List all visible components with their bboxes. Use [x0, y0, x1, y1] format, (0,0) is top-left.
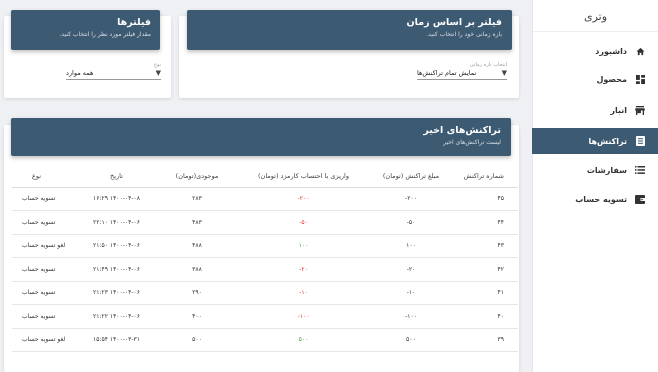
cell-amount: ۲۰۰- — [366, 187, 456, 211]
transactions-table: شماره تراکنش مبلغ تراکنش (تومان) واریزی … — [12, 165, 518, 352]
sidebar-item-orders[interactable]: سفارشات — [532, 157, 658, 183]
cell-id: ۴۱ — [456, 281, 518, 305]
chevron-down-icon: ▼ — [501, 69, 507, 77]
cell-net: ۱۰- — [241, 281, 366, 305]
time-filter-header: فیلتر بر اساس زمان بازه زمانی خود را انت… — [187, 10, 512, 50]
cell-date: ۱۴۰۰-۰۴-۰۶ ۲۱:۲۲ — [80, 304, 153, 329]
time-range-field: انتخاب بازه زمانی نمایش تمام تراکنش‌ها ▼ — [417, 62, 507, 84]
cell-balance: ۴۰۰ — [153, 304, 241, 329]
cell-amount: ۱۰۰ — [366, 234, 456, 258]
time-filter-title: فیلتر بر اساس زمان — [406, 17, 502, 28]
time-range-value: نمایش تمام تراکنش‌ها — [417, 69, 477, 77]
cell-date: ۱۴۰۰-۰۴-۰۶ ۲۲:۱۰ — [80, 210, 153, 235]
cell-type: تسویه حساب — [12, 304, 80, 329]
cell-id: ۴۳ — [456, 234, 518, 258]
dashboard-grid-icon — [634, 74, 646, 84]
table-row: ۴۳ ۱۰۰ ۱۰۰ ۴۸۸ ۱۴۰۰-۰۴-۰۶ ۲۱:۵۰ لغو تسوی… — [12, 234, 518, 258]
cell-id: ۴۴ — [456, 210, 518, 235]
cell-net: ۲۰۰- — [241, 187, 366, 211]
cell-balance: ۴۸۸ — [153, 234, 241, 258]
time-filter-subtitle: بازه زمانی خود را انتخاب کنید. — [426, 31, 502, 38]
table-row: ۴۰ ۱۰۰- ۱۰۰- ۴۰۰ ۱۴۰۰-۰۴-۰۶ ۲۱:۲۲ تسویه … — [12, 304, 518, 329]
cell-type: تسویه حساب — [12, 210, 80, 235]
cell-net: ۱۰۰- — [241, 304, 366, 329]
cell-date: ۱۴۰۰-۰۴-۰۶ ۲۱:۲۳ — [80, 281, 153, 305]
sidebar-item-label: سفارشات — [586, 165, 627, 175]
cell-net: ۵۰- — [241, 210, 366, 235]
cell-type: تسویه حساب — [12, 281, 80, 305]
type-value: همه موارد — [66, 69, 94, 77]
column-header: نوع — [12, 165, 80, 188]
table-header-row: شماره تراکنش مبلغ تراکنش (تومان) واریزی … — [12, 165, 518, 188]
cell-type: لغو تسویه حساب — [12, 234, 80, 258]
cell-amount: ۱۰۰- — [366, 304, 456, 329]
wallet-icon — [634, 194, 646, 204]
table-row: ۴۵ ۲۰۰- ۲۰۰- ۲۸۳ ۱۴۰۰-۰۴-۰۸ ۱۶:۲۹ تسویه … — [12, 187, 518, 211]
table-row: ۴۴ ۵۰- ۵۰- ۴۸۳ ۱۴۰۰-۰۴-۰۶ ۲۲:۱۰ تسویه حس… — [12, 210, 518, 235]
column-header: مبلغ تراکنش (تومان) — [366, 165, 456, 188]
cell-net: ۱۰۰ — [241, 234, 366, 258]
filters-header: فیلترها مقدار فیلتر مورد نظر را انتخاب ک… — [11, 10, 160, 50]
column-header: واریزی با احتساب کارمزد (تومان) — [241, 165, 366, 188]
filters-title: فیلترها — [117, 17, 151, 28]
sidebar: وتری داشبورد محصول انبار تراکنش‌ها سفارش… — [532, 0, 658, 372]
home-icon — [634, 47, 646, 56]
cell-id: ۴۵ — [456, 187, 518, 211]
cell-balance: ۲۸۳ — [153, 187, 241, 211]
cell-id: ۴۲ — [456, 257, 518, 282]
cell-amount: ۲۰- — [366, 257, 456, 282]
cell-date: ۱۴۰۰-۰۴-۰۶ ۲۱:۴۹ — [80, 257, 153, 282]
cell-type: تسویه حساب — [12, 187, 80, 211]
cell-date: ۱۴۰۰-۰۴-۰۸ ۱۶:۲۹ — [80, 187, 153, 211]
brand-title: وتری — [533, 0, 658, 32]
sidebar-item-products[interactable]: محصول — [532, 66, 658, 92]
column-header: شماره تراکنش — [456, 165, 518, 188]
cell-balance: ۳۸۸ — [153, 257, 241, 282]
transactions-subtitle: لیست تراکنش‌های اخیر — [443, 139, 501, 146]
sidebar-item-label: تراکنش‌ها — [588, 136, 628, 146]
type-select[interactable]: همه موارد ▼ — [66, 67, 161, 80]
type-field: نوع همه موارد ▼ — [66, 62, 161, 84]
cell-date: ۱۴۰۰-۰۴-۰۶ ۲۱:۵۰ — [80, 234, 153, 258]
table-row: ۳۹ ۵۰۰ ۵۰۰ ۵۰۰ ۱۴۰۰-۰۳-۳۱ ۱۵:۵۴ لغو تسوی… — [12, 328, 518, 352]
table-row: ۴۲ ۲۰- ۲۰- ۳۸۸ ۱۴۰۰-۰۴-۰۶ ۲۱:۴۹ تسویه حس… — [12, 257, 518, 282]
sidebar-item-warehouse[interactable]: انبار — [532, 97, 658, 123]
cell-amount: ۵۰۰ — [366, 328, 456, 352]
time-range-select[interactable]: نمایش تمام تراکنش‌ها ▼ — [417, 67, 507, 80]
cell-date: ۱۴۰۰-۰۳-۳۱ ۱۵:۵۴ — [80, 328, 153, 352]
cell-id: ۴۰ — [456, 304, 518, 329]
filters-subtitle: مقدار فیلتر مورد نظر را انتخاب کنید. — [59, 31, 151, 38]
sidebar-item-label: تسویه حساب — [575, 194, 627, 204]
sidebar-item-dashboard[interactable]: داشبورد — [532, 38, 658, 64]
transactions-header: تراکنش‌های اخیر لیست تراکنش‌های اخیر — [11, 118, 511, 156]
cell-amount: ۵۰- — [366, 210, 456, 235]
list-bullets-icon — [634, 166, 646, 174]
sidebar-item-label: انبار — [610, 105, 627, 115]
column-header: موجودی(تومان) — [153, 165, 241, 188]
cell-balance: ۵۰۰ — [153, 328, 241, 352]
sidebar-item-transactions[interactable]: تراکنش‌ها — [532, 128, 658, 154]
cell-net: ۲۰- — [241, 257, 366, 282]
cell-id: ۳۹ — [456, 328, 518, 352]
sidebar-item-label: محصول — [596, 74, 627, 84]
cell-amount: ۱۰- — [366, 281, 456, 305]
column-header: تاریخ — [80, 165, 153, 188]
sidebar-item-label: داشبورد — [595, 46, 627, 56]
table-row: ۴۱ ۱۰- ۱۰- ۲۹۰ ۱۴۰۰-۰۴-۰۶ ۲۱:۲۳ تسویه حس… — [12, 281, 518, 305]
sidebar-item-settlement[interactable]: تسویه حساب — [532, 186, 658, 212]
chevron-down-icon: ▼ — [155, 69, 161, 77]
cell-balance: ۴۸۳ — [153, 210, 241, 235]
transactions-title: تراکنش‌های اخیر — [423, 125, 501, 136]
store-icon — [634, 105, 646, 115]
list-icon — [634, 136, 646, 146]
cell-balance: ۲۹۰ — [153, 281, 241, 305]
cell-type: لغو تسویه حساب — [12, 328, 80, 352]
cell-net: ۵۰۰ — [241, 328, 366, 352]
cell-type: تسویه حساب — [12, 257, 80, 282]
